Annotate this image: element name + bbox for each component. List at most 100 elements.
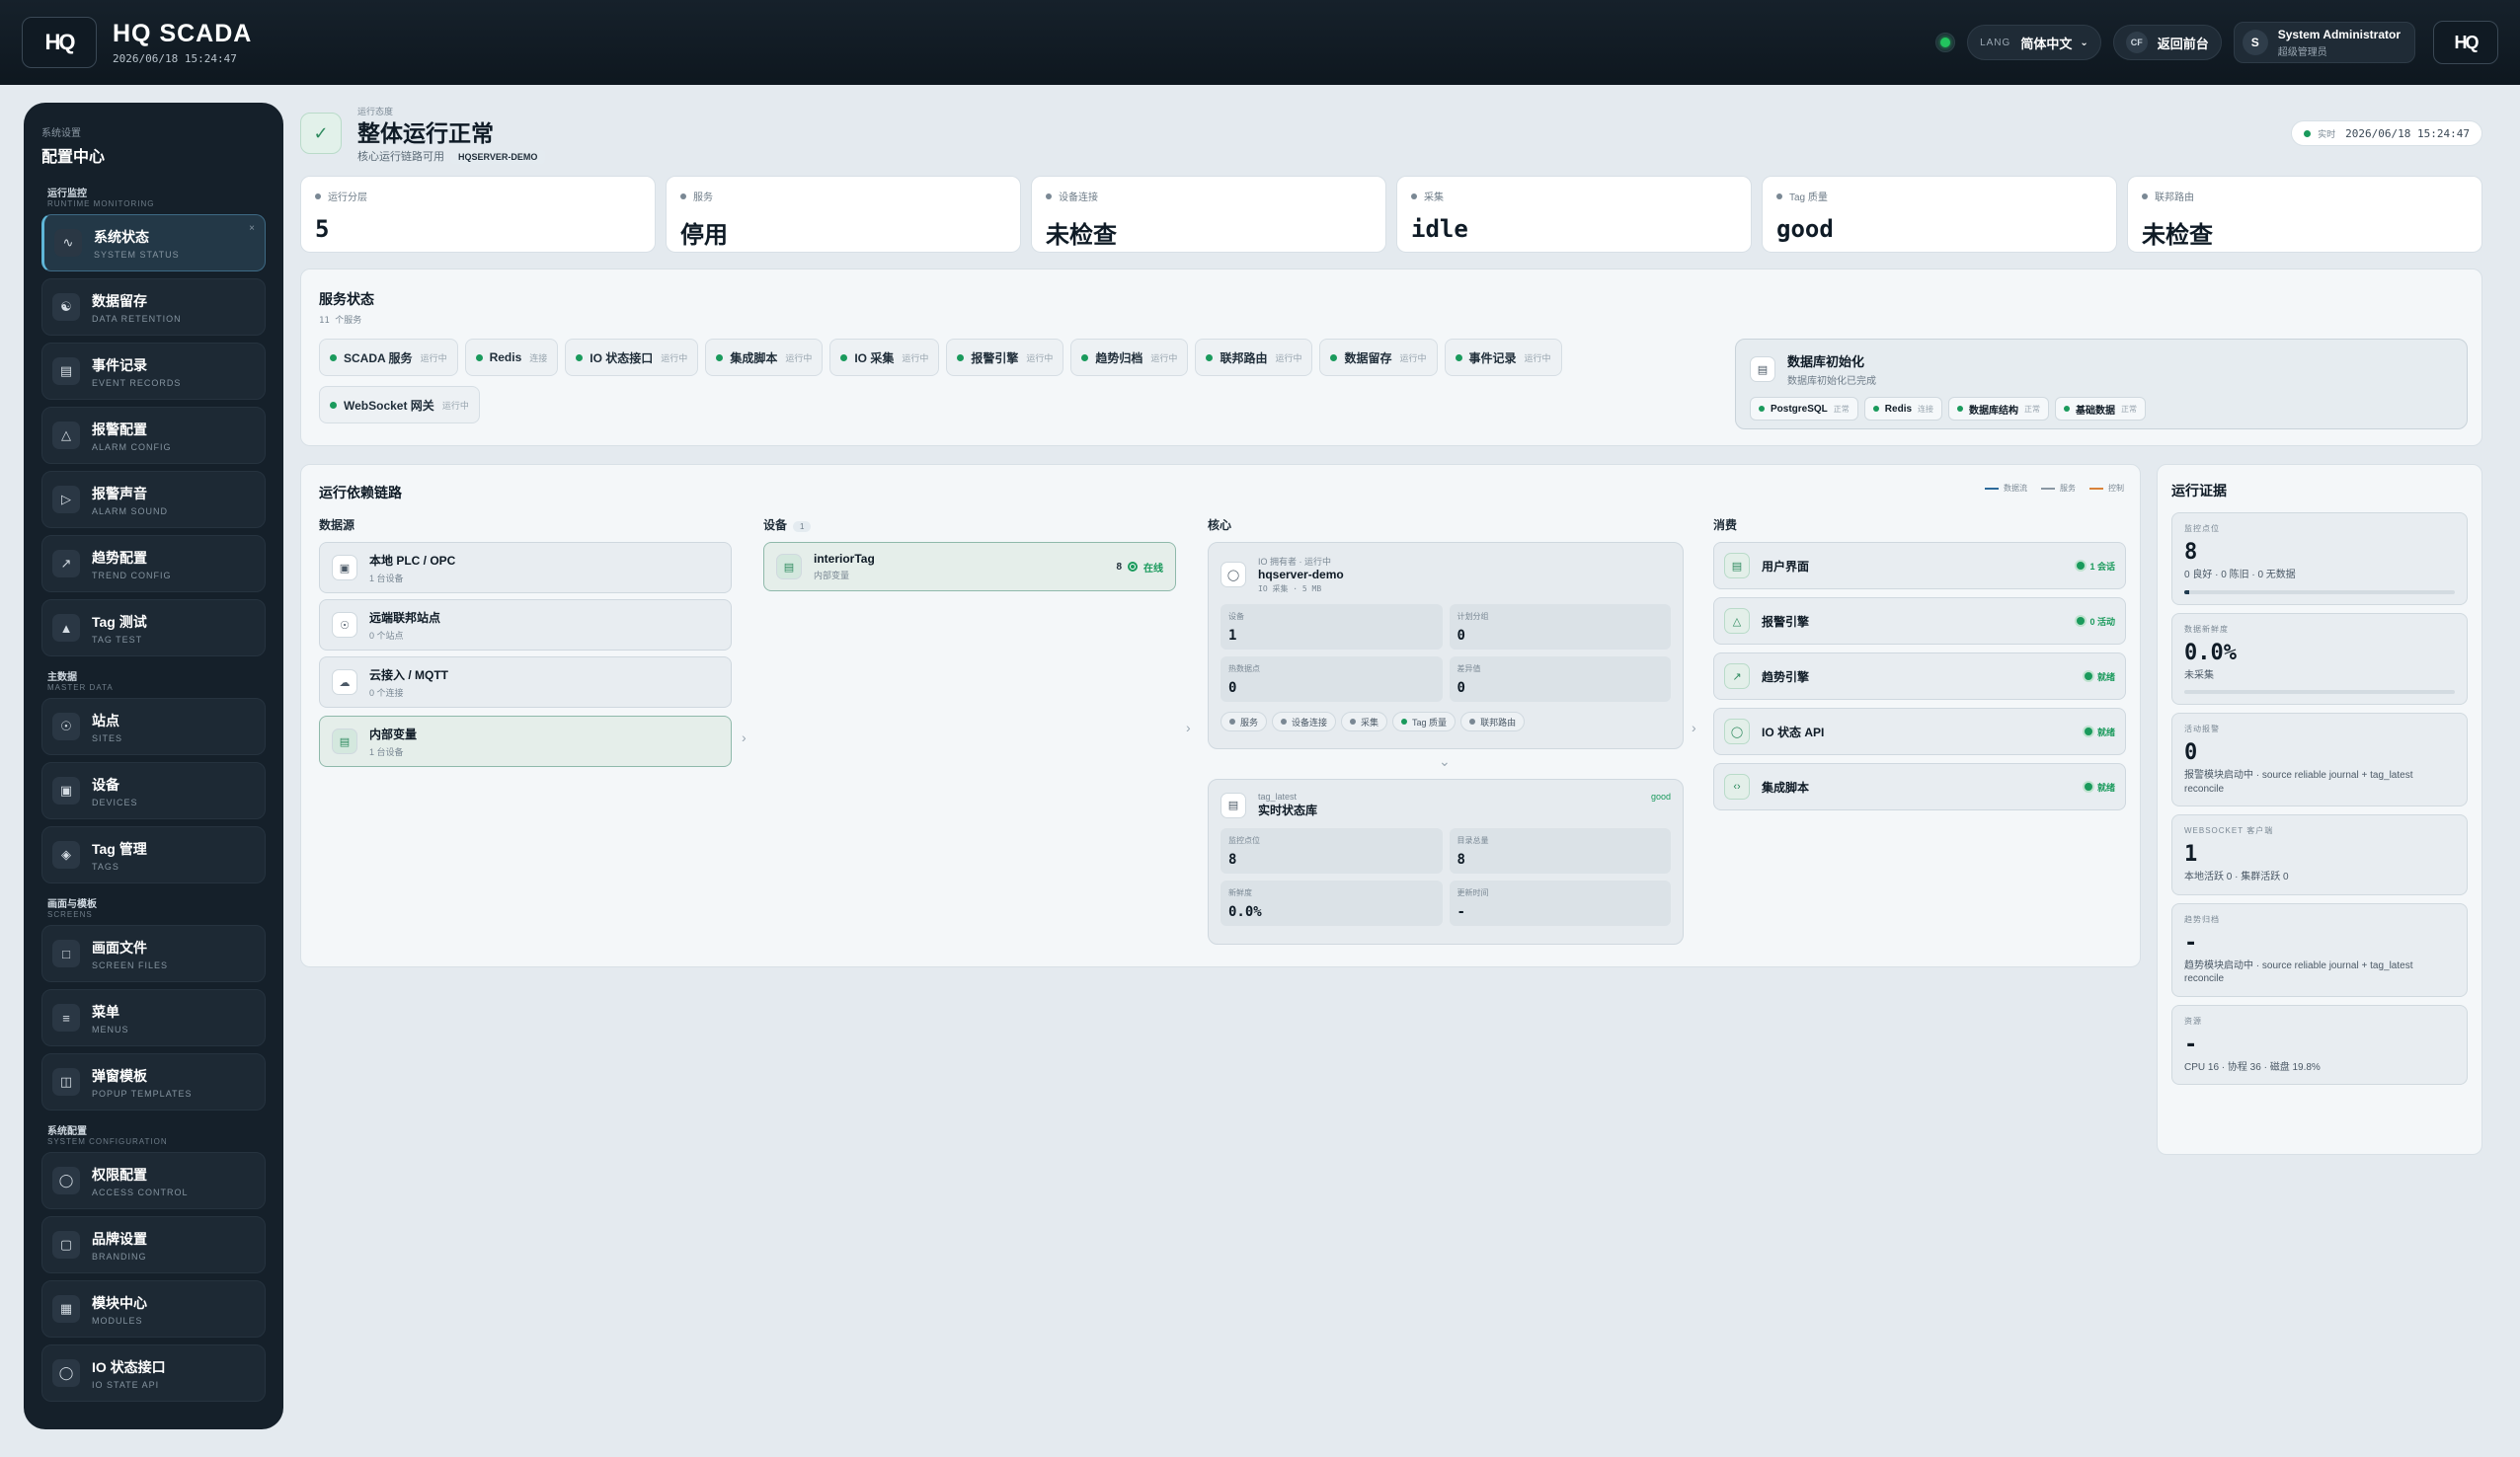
service-chip[interactable]: 报警引擎 运行中	[946, 339, 1064, 376]
legend-item: 控制	[2089, 483, 2124, 494]
nav-group-label: 画面与模板	[47, 899, 97, 910]
database-icon: ▤	[1221, 792, 1246, 818]
sidebar-item-alarm-sound[interactable]: ▷ 报警声音 ALARM SOUND	[41, 471, 266, 528]
consumer-item[interactable]: ‹› 集成脚本 就绪	[1713, 763, 2126, 810]
status-tag: 服务	[1221, 712, 1268, 731]
consumer-item[interactable]: △ 报警引擎 0 活动	[1713, 597, 2126, 645]
service-status-panel: 服务状态 11 个服务 SCADA 服务 运行中 Redis 连接 IO 状态接口 运行中…	[300, 268, 2482, 446]
column-header-sources: 数据源	[319, 518, 355, 532]
kv-cell: 监控点位 8	[1221, 828, 1443, 874]
stat-card: 采集 idle	[1396, 176, 1752, 253]
language-value: 简体中文	[2020, 36, 2073, 51]
close-icon[interactable]: ×	[249, 223, 255, 234]
ui-icon: ▤	[1724, 553, 1750, 578]
sidebar-item-menus[interactable]: ≡ 菜单 MENUS	[41, 989, 266, 1046]
service-chip-list: SCADA 服务 运行中 Redis 连接 IO 状态接口 运行中 集成脚本 运行中 IO 采集…	[319, 339, 1701, 433]
db-init-title: 数据库初始化	[1787, 354, 1865, 369]
sidebar-item-tags[interactable]: ◈ Tag 管理 TAGS	[41, 826, 266, 883]
brand-logo[interactable]: HQ	[22, 17, 97, 68]
status-tag: Tag 质量	[1392, 712, 1457, 731]
globe-icon: ☉	[332, 612, 357, 638]
service-chip[interactable]: WebSocket 网关 运行中	[319, 386, 480, 423]
db-chip: 数据库结构 正常	[1948, 397, 2050, 421]
nav-group-label: 运行监控	[47, 189, 87, 199]
sidebar-item-branding[interactable]: ▢ 品牌设置 BRANDING	[41, 1216, 266, 1273]
service-chip[interactable]: 数据留存 运行中	[1319, 339, 1438, 376]
brand-block: HQ SCADA 2026/06/18 15:24:47	[113, 20, 252, 65]
evidence-card: 资源 - CPU 16 · 协程 36 · 磁盘 19.8%	[2171, 1004, 2468, 1085]
sidebar-title: 配置中心	[41, 149, 106, 166]
chevron-right-icon: ›	[1692, 720, 1696, 735]
consumer-item[interactable]: ▤ 用户界面 1 会话	[1713, 542, 2126, 589]
sidebar-item-popup-templates[interactable]: ◫ 弹窗模板 POPUP TEMPLATES	[41, 1053, 266, 1111]
evidence-card: WEBSOCKET 客户端 1 本地活跃 0 · 集群活跃 0	[2171, 814, 2468, 895]
overview-subtitle: 核心运行链路可用 HQSERVER-DEMO	[357, 148, 546, 164]
evidence-card: 数据新鲜度 0.0% 未采集	[2171, 612, 2468, 705]
kv-cell: 设备 1	[1221, 604, 1443, 650]
sidebar-item-modules[interactable]: ▦ 模块中心 MODULES	[41, 1280, 266, 1338]
sidebar-item-io-state-api[interactable]: ◯ IO 状态接口 IO STATE API	[41, 1344, 266, 1402]
live-time-badge: 实时 2026/06/18 15:24:47	[2291, 120, 2482, 146]
cloud-icon: ☁	[332, 669, 357, 695]
nav-group-sub: SCREENS	[47, 910, 93, 919]
source-item[interactable]: ☁ 云接入 / MQTT 0 个连接	[319, 656, 732, 708]
stat-card: 服务 停用	[666, 176, 1021, 253]
network-icon: ☉	[52, 713, 80, 740]
back-to-frontend-button[interactable]: CF 返回前台	[2112, 25, 2222, 60]
device-item[interactable]: ▤ interiorTag 内部变量 8 在线	[763, 542, 1176, 591]
section-title: 服务状态	[319, 291, 374, 307]
kv-cell: 计划分组 0	[1449, 604, 1671, 650]
user-menu[interactable]: S System Administrator 超级管理员	[2233, 22, 2415, 63]
sidebar-item-access-control[interactable]: ◯ 权限配置 ACCESS CONTROL	[41, 1152, 266, 1209]
service-chip[interactable]: SCADA 服务 运行中	[319, 339, 458, 376]
column-header-core: 核心	[1208, 518, 1232, 532]
source-item[interactable]: ▣ 本地 PLC / OPC 1 台设备	[319, 542, 732, 593]
sidebar-item-tag-test[interactable]: ▲ Tag 测试 TAG TEST	[41, 599, 266, 656]
legend-item: 数据流	[1985, 483, 2027, 494]
app-title: HQ SCADA	[113, 20, 253, 47]
source-item[interactable]: ▤ 内部变量 1 台设备	[319, 716, 732, 767]
service-chip[interactable]: Redis 连接	[464, 339, 559, 376]
service-chip[interactable]: 联邦路由 运行中	[1195, 339, 1313, 376]
service-chip[interactable]: 集成脚本 运行中	[705, 339, 824, 376]
header-datetime: 2026/06/18 15:24:47	[113, 52, 237, 65]
modules-icon: ▦	[52, 1295, 80, 1323]
db-init-sub: 数据库初始化已完成	[1787, 376, 1876, 387]
service-chip[interactable]: 趋势归档 运行中	[1070, 339, 1189, 376]
sidebar-small-title: 系统设置	[41, 128, 81, 139]
file-icon: □	[52, 940, 80, 967]
brand-logo-right[interactable]: HQ	[2433, 21, 2498, 64]
connection-status-icon	[1935, 33, 1956, 52]
sidebar-item-screen-files[interactable]: □ 画面文件 SCREEN FILES	[41, 925, 266, 982]
shield-icon: ◯	[1221, 562, 1246, 587]
service-chip[interactable]: IO 状态接口 运行中	[565, 339, 699, 376]
service-chip[interactable]: 事件记录 运行中	[1444, 339, 1562, 376]
sidebar-item-devices[interactable]: ▣ 设备 DEVICES	[41, 762, 266, 819]
sidebar-item-event-records[interactable]: ▤ 事件记录 EVENT RECORDS	[41, 343, 266, 400]
language-select[interactable]: LANG 简体中文 ⌄	[1967, 25, 2101, 60]
top-header: HQ HQ SCADA 2026/06/18 15:24:47 LANG 简体中…	[0, 0, 2520, 85]
sidebar-item-data-retention[interactable]: ☯ 数据留存 DATA RETENTION	[41, 278, 266, 336]
status-tag: 设备连接	[1272, 712, 1337, 731]
core-tags: 服务 设备连接 采集 Tag 质量 联邦路由	[1221, 712, 1671, 731]
db-init-card: ▤ 数据库初始化 数据库初始化已完成 PostgreSQL 正常 Redis 连接 数据…	[1735, 339, 2468, 429]
nav-group-sub: SYSTEM CONFIGURATION	[47, 1137, 168, 1146]
status-tag: 联邦路由	[1460, 712, 1526, 731]
kv-cell: 差异值 0	[1449, 656, 1671, 702]
column-header-devices: 设备 1	[763, 516, 812, 533]
chevron-down-icon: ⌄	[2080, 37, 2088, 48]
service-chip[interactable]: IO 采集 运行中	[829, 339, 940, 376]
sidebar-item-alarm-config[interactable]: △ 报警配置 ALARM CONFIG	[41, 407, 266, 464]
consumer-item[interactable]: ◯ IO 状态 API 就绪	[1713, 708, 2126, 755]
status-tag: 采集	[1341, 712, 1388, 731]
api-icon: ◯	[1724, 719, 1750, 744]
sidebar-item-system-status[interactable]: ∿ 系统状态 SYSTEM STATUS ×	[41, 214, 266, 271]
db-chip: 基础数据 正常	[2055, 397, 2147, 421]
progress-bar	[2184, 589, 2455, 594]
sidebar: 系统设置 配置中心 运行监控 RUNTIME MONITORING ∿ 系统状态 S…	[24, 103, 283, 1429]
consumer-item[interactable]: ↗ 趋势引擎 就绪	[1713, 652, 2126, 700]
sidebar-item-sites[interactable]: ☉ 站点 SITES	[41, 698, 266, 755]
kv-cell: 新鲜度 0.0%	[1221, 881, 1443, 926]
sidebar-item-trend-config[interactable]: ↗ 趋势配置 TREND CONFIG	[41, 535, 266, 592]
source-item[interactable]: ☉ 远端联邦站点 0 个站点	[319, 599, 732, 651]
